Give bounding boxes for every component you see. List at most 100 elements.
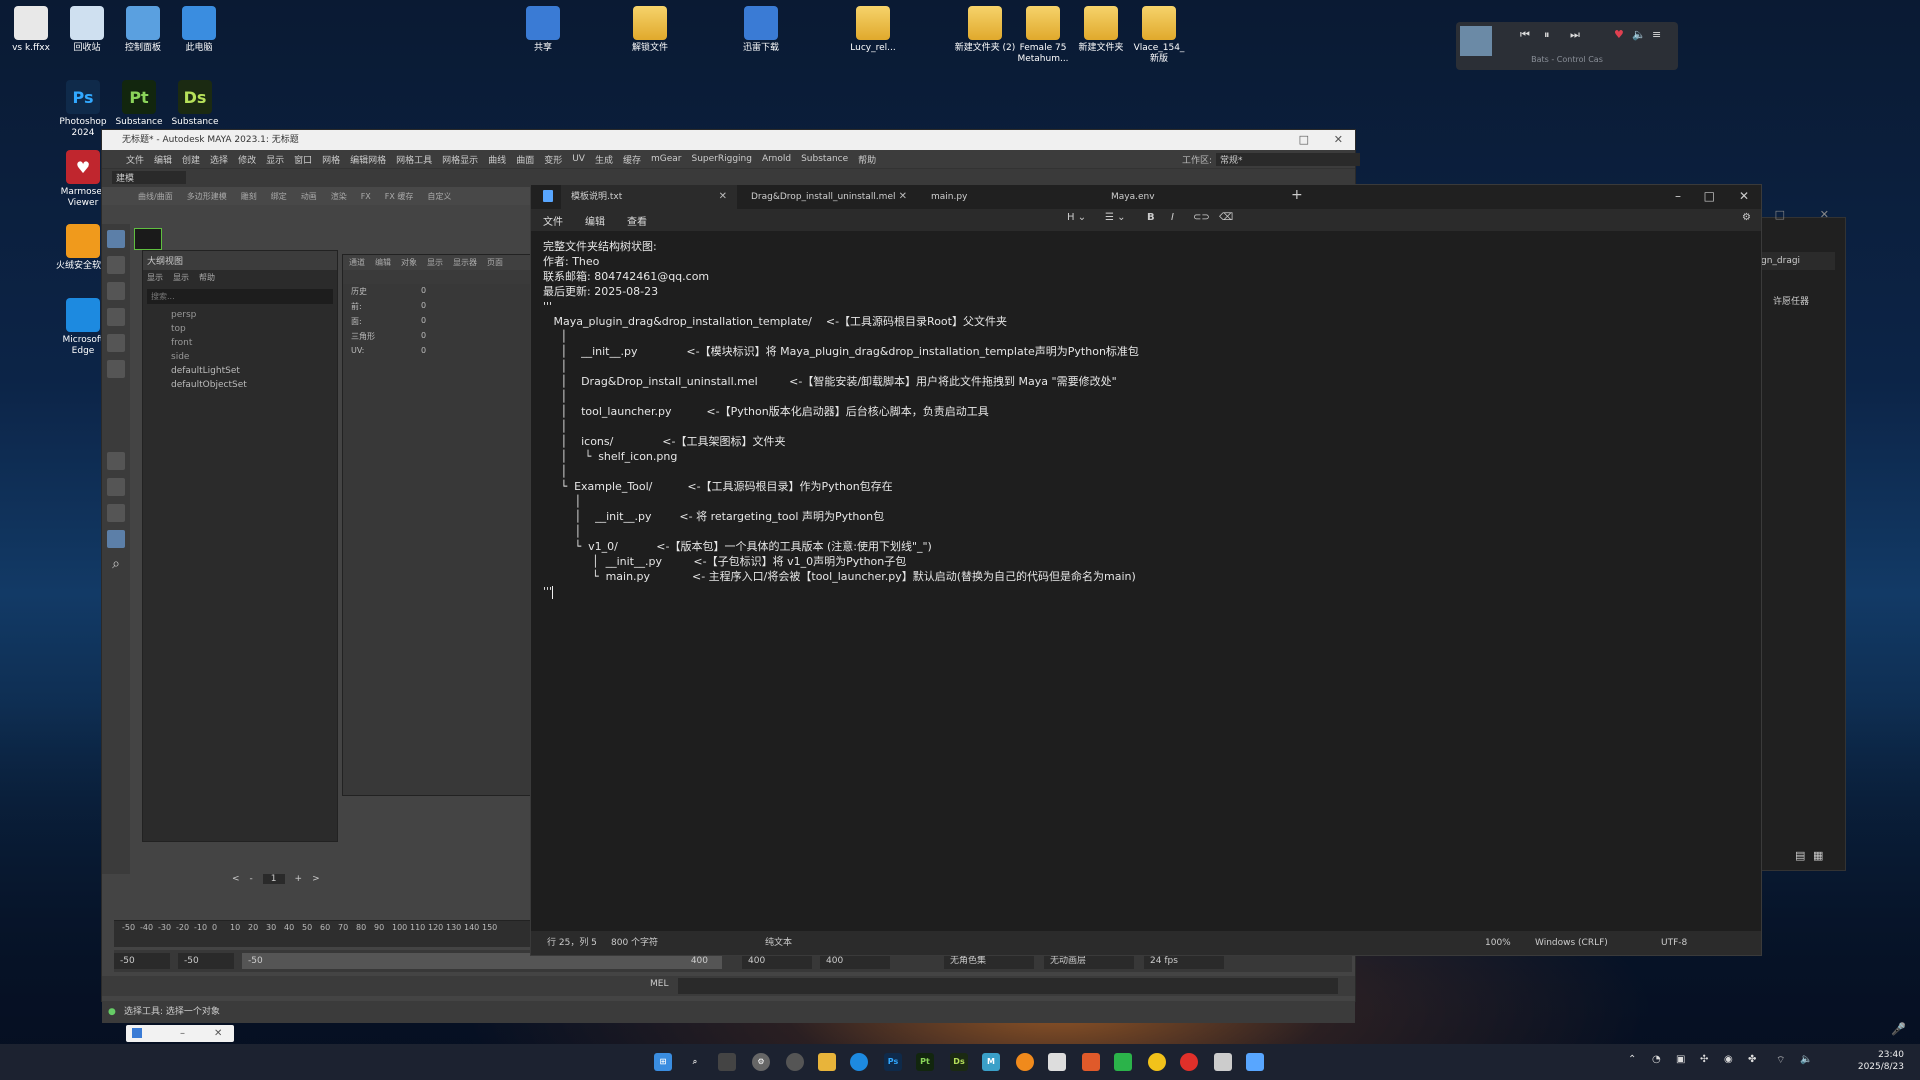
notepad-tab[interactable]: 模板说明.txt ✕ — [561, 185, 737, 209]
new-tab-icon[interactable]: + — [1291, 187, 1303, 203]
outliner-item[interactable]: side — [143, 350, 337, 364]
app-icon[interactable] — [1214, 1053, 1232, 1071]
channel-box-menu-item[interactable]: 显示 — [427, 257, 443, 268]
link-icon[interactable]: ⊂⊃ — [1193, 212, 1210, 223]
maximize-icon[interactable]: □ — [1704, 189, 1715, 203]
desktop-icon[interactable]: 新建文件夹 — [1070, 6, 1132, 54]
floating-mini-window[interactable]: – ✕ — [126, 1025, 234, 1042]
maya-menu-item[interactable]: 选择 — [210, 153, 228, 166]
workspace-select[interactable]: 常规* — [1216, 152, 1360, 166]
shelf-tab[interactable]: 自定义 — [427, 191, 451, 202]
maya-menu-item[interactable]: 网格工具 — [396, 153, 432, 166]
maya-menu-item[interactable]: mGear — [651, 154, 682, 164]
minimize-icon[interactable]: – — [180, 1025, 185, 1042]
desktop-icon[interactable]: 共享 — [512, 6, 574, 54]
shelf-tab[interactable]: FX 缓存 — [385, 191, 414, 202]
encoding[interactable]: UTF-8 — [1661, 931, 1687, 955]
maya-menu-item[interactable]: 文件 — [126, 153, 144, 166]
start-icon[interactable]: ⊞ — [654, 1053, 672, 1071]
desktop-icon[interactable]: 控制面板 — [112, 6, 174, 54]
mode-select[interactable]: 建模 — [112, 171, 186, 184]
tray-icon[interactable]: ✣ — [1700, 1054, 1708, 1065]
blender-icon[interactable] — [1016, 1053, 1034, 1071]
command-input[interactable] — [678, 978, 1338, 994]
clock[interactable]: 23:40 2025/8/23 — [1858, 1049, 1904, 1073]
microphone-icon[interactable]: 🎤 — [1891, 1022, 1906, 1036]
app-icon[interactable] — [1082, 1053, 1100, 1071]
menu-icon[interactable]: ≡ — [1652, 28, 1661, 41]
layout-single-icon[interactable] — [107, 452, 125, 470]
paint-select-icon[interactable] — [107, 282, 125, 300]
settings-icon[interactable]: ⚙ — [752, 1053, 770, 1071]
outliner-item[interactable]: front — [143, 336, 337, 350]
shelf-tab[interactable]: 雕刻 — [241, 191, 257, 202]
maya-icon[interactable]: M — [982, 1053, 1000, 1071]
channel-box-menu-item[interactable]: 编辑 — [375, 257, 391, 268]
tray-icon[interactable]: ◉ — [1724, 1054, 1733, 1065]
bold-icon[interactable]: B — [1147, 212, 1155, 223]
outliner-item[interactable]: defaultLightSet — [143, 364, 337, 378]
maya-menu-item[interactable]: 变形 — [544, 153, 562, 166]
substance-painter-icon[interactable]: Pt — [916, 1053, 934, 1071]
search-icon[interactable]: ⌕ — [107, 556, 125, 574]
desktop-icon[interactable]: Ds Substance — [164, 80, 226, 128]
channel-box-menu-item[interactable]: 显示器 — [453, 257, 477, 268]
volume-icon[interactable]: 🔈 — [1800, 1054, 1812, 1065]
heart-icon[interactable]: ♥ — [1614, 28, 1624, 41]
previous-track-icon[interactable]: ⏮ — [1520, 28, 1530, 42]
desktop-icon[interactable]: Lucy_rel... — [842, 6, 904, 54]
select-tool-icon[interactable] — [107, 230, 125, 248]
desktop-icon[interactable]: 解锁文件 — [619, 6, 681, 54]
close-tab-icon[interactable]: ✕ — [719, 185, 727, 209]
maya-menu-item[interactable]: 创建 — [182, 153, 200, 166]
maya-menu-item[interactable]: Substance — [801, 154, 848, 164]
edge-icon[interactable] — [850, 1053, 868, 1071]
maya-menu-item[interactable]: 网格显示 — [442, 153, 478, 166]
notepad-menu-item[interactable]: 编辑 — [585, 213, 605, 228]
outliner-item[interactable]: top — [143, 322, 337, 336]
outliner-menu-item[interactable]: 显示 — [147, 272, 163, 283]
heading-icon[interactable]: H ⌄ — [1067, 212, 1086, 223]
maya-menu-item[interactable]: 编辑 — [154, 153, 172, 166]
step-back-icon[interactable]: < — [232, 874, 240, 884]
outliner-item[interactable]: defaultObjectSet — [143, 378, 337, 392]
next-track-icon[interactable]: ⏭ — [1570, 28, 1580, 42]
maya-menu-item[interactable]: 帮助 — [858, 153, 876, 166]
maximize-icon[interactable]: □ — [1775, 208, 1785, 221]
wifi-icon[interactable]: ⌔ — [1776, 1054, 1785, 1067]
notepad-menu-item[interactable]: 查看 — [627, 213, 647, 228]
maximize-icon[interactable]: □ — [1299, 130, 1309, 150]
text-editor[interactable]: 完整文件夹结构树状图: 作者: Theo 联系邮箱: 804742461@qq.co… — [531, 231, 1761, 931]
close-icon[interactable]: ✕ — [1820, 208, 1829, 221]
notepad-icon[interactable] — [1246, 1053, 1264, 1071]
maya-menu-item[interactable]: 缓存 — [623, 153, 641, 166]
layout-four-icon[interactable] — [107, 478, 125, 496]
volume-icon[interactable]: 🔈 — [1632, 28, 1646, 41]
maya-menu-item[interactable]: 编辑网格 — [350, 153, 386, 166]
scale-tool-icon[interactable] — [107, 360, 125, 378]
step-back-frame-icon[interactable]: - — [250, 874, 253, 884]
tray-icon[interactable]: ✤ — [1748, 1054, 1756, 1065]
file-explorer-icon[interactable] — [818, 1053, 836, 1071]
shelf-tab[interactable]: 动画 — [301, 191, 317, 202]
line-ending[interactable]: Windows (CRLF) — [1535, 931, 1608, 955]
ghost-label[interactable]: 许愿任器 — [1773, 294, 1809, 307]
maya-menu-item[interactable]: 窗口 — [294, 153, 312, 166]
current-frame-field[interactable]: 1 — [262, 874, 285, 884]
photos-icon[interactable] — [1048, 1053, 1066, 1071]
italic-icon[interactable]: I — [1171, 212, 1174, 223]
notepad-menu-item[interactable]: 文件 — [543, 213, 563, 228]
notepad-tab[interactable]: Maya.env — [1101, 185, 1277, 209]
desktop-icon[interactable]: Pt Substance — [108, 80, 170, 128]
shelf-tab[interactable]: FX — [361, 192, 371, 201]
search-icon[interactable]: ⌕ — [686, 1053, 704, 1071]
desktop-icon[interactable]: Vlace_154_ 新版 — [1128, 6, 1190, 65]
layout-outliner-icon[interactable] — [107, 530, 125, 548]
maya-menu-item[interactable]: UV — [572, 154, 585, 164]
view-grid-icon[interactable]: ▦ — [1813, 849, 1823, 862]
maya-menu-item[interactable]: 生成 — [595, 153, 613, 166]
desktop-icon[interactable]: 迅雷下载 — [730, 6, 792, 54]
close-icon[interactable]: ✕ — [1739, 189, 1749, 203]
close-icon[interactable]: ✕ — [1334, 130, 1343, 150]
channel-box-menu-item[interactable]: 对象 — [401, 257, 417, 268]
